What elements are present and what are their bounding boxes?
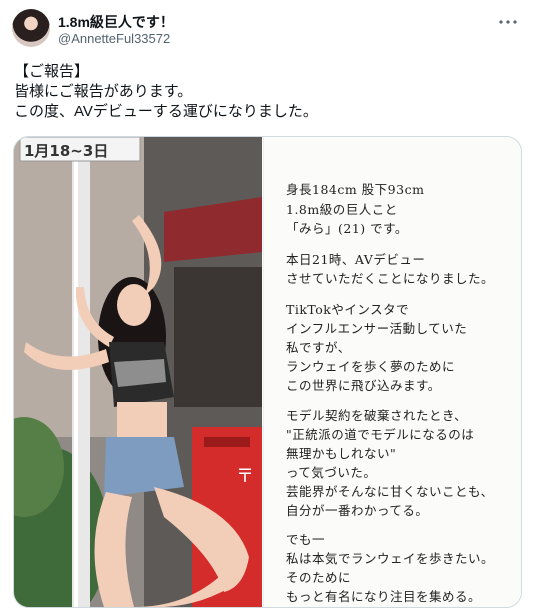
tweet-line: 皆様にご報告があります。 bbox=[14, 83, 193, 100]
note-line: 私は本気でランウェイを歩きたい。 bbox=[286, 551, 495, 566]
avatar[interactable] bbox=[12, 9, 50, 47]
tweet-line: この度、AVデビューする運びになりました。 bbox=[14, 103, 318, 120]
note-line: 本日21時、AVデビュー bbox=[286, 252, 426, 267]
author-handle[interactable]: @AnnetteFul33572 bbox=[58, 31, 170, 46]
sign-text: 1月18~3日 bbox=[24, 142, 109, 160]
note-line: 1.8m級の巨人こと bbox=[286, 202, 398, 217]
tweet-line: 【ご報告】 bbox=[14, 63, 90, 80]
tweet-text: 【ご報告】 皆様にご報告があります。 この度、AVデビューする運びになりました。 bbox=[14, 62, 514, 122]
note-line: この世界に飛び込みます。 bbox=[286, 378, 441, 393]
photo-image[interactable]: 〒 1月18~3日 bbox=[14, 137, 262, 607]
note-line: 「みら」(21) です。 bbox=[286, 221, 408, 236]
note-line: 芸能界がそんなに甘くないことも、 bbox=[286, 484, 494, 499]
more-horizontal-icon[interactable] bbox=[496, 10, 520, 34]
note-line: もっと有名になり注目を集める。 bbox=[286, 589, 482, 604]
handwritten-note-image[interactable]: 身長184cm 股下93cm 1.8m級の巨人こと 「みら」(21) です。 本… bbox=[263, 137, 521, 607]
note-line: インフルエンサー活動していた bbox=[286, 321, 468, 336]
note-line: させていただくことになりました。 bbox=[286, 271, 495, 286]
note-line: って気づいた。 bbox=[286, 465, 377, 480]
note-line: 無理かもしれない" bbox=[286, 446, 397, 461]
note-line: ランウェイを歩く夢のために bbox=[286, 359, 456, 374]
tweet-header: 1.8m級巨人です！ @AnnetteFul33572 bbox=[0, 0, 534, 58]
note-line: TikTokやインスタで bbox=[286, 302, 410, 317]
media-container[interactable]: 〒 1月18~3日 身長184cm 股下93cm 1.8m級の巨人こと 「みら」… bbox=[13, 136, 522, 608]
note-line: 自分が一番わかってる。 bbox=[286, 503, 429, 518]
note-line: 身長184cm 股下93cm bbox=[286, 182, 425, 197]
note-line: "正統派の道でモデルになるのは bbox=[286, 427, 475, 442]
svg-text:〒: 〒 bbox=[236, 466, 254, 487]
note-line: でも一 bbox=[286, 532, 326, 547]
note-line: モデル契約を破棄されたとき、 bbox=[286, 408, 468, 423]
author-name[interactable]: 1.8m級巨人です！ bbox=[58, 12, 174, 32]
note-line: そのために bbox=[286, 570, 352, 585]
note-line: 私ですが、 bbox=[286, 340, 351, 355]
